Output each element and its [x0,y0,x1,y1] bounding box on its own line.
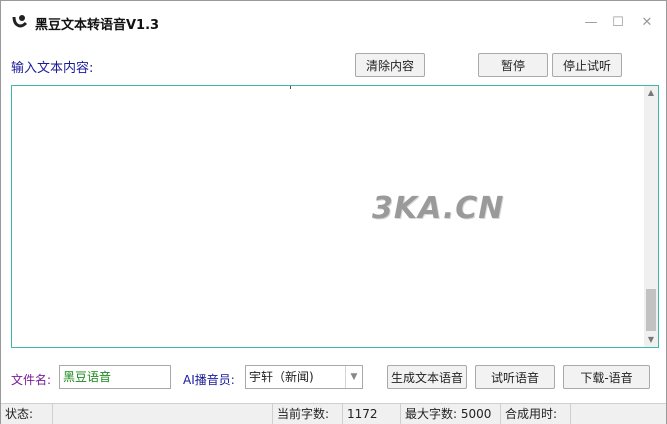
max-chars-info: 最大字数: 5000 [401,404,501,424]
status-value [53,404,273,424]
scroll-up-icon[interactable]: ▲ [644,86,658,100]
generate-speech-button[interactable]: 生成文本语音 [387,365,467,389]
status-bar: 状态: 当前字数: 1172 最大字数: 5000 合成用时: [1,403,666,424]
current-chars-label: 当前字数: [273,404,343,424]
max-chars-label: 最大字数: [405,407,458,421]
synth-time-label: 合成用时: [501,404,571,424]
filename-input[interactable]: 黑豆语音 [59,365,171,389]
preview-speech-button[interactable]: 试听语音 [475,365,555,389]
scrollbar-thumb[interactable] [646,289,656,331]
main-panel: 输入文本内容: 清除内容 暂停 停止试听 3KA.CN ▲ ▼ 文件名: 黑豆语… [1,45,666,403]
ai-voice-select[interactable]: 宇轩（新闻) ▼ [245,365,363,389]
input-text-label: 输入文本内容: [11,61,94,76]
current-chars-value: 1172 [343,404,401,424]
synth-time-value [571,404,666,424]
status-label: 状态: [1,404,53,424]
maximize-button[interactable]: ☐ [604,13,632,33]
close-button[interactable]: ✕ [633,13,661,33]
max-chars-value: 5000 [460,407,492,421]
title-bar: 黑豆文本转语音V1.3 — ☐ ✕ [1,1,666,45]
ai-voice-selected: 宇轩（新闻) [249,370,314,384]
app-window: 黑豆文本转语音V1.3 — ☐ ✕ 输入文本内容: 清除内容 暂停 停止试听 3… [0,0,667,424]
chevron-down-icon[interactable]: ▼ [345,366,362,388]
watermark-text: 3KA.CN [372,191,505,226]
vertical-scrollbar[interactable]: ▲ ▼ [644,86,658,347]
filename-label: 文件名: [11,373,52,387]
pause-button[interactable]: 暂停 [478,53,548,77]
minimize-button[interactable]: — [577,13,605,33]
download-speech-button[interactable]: 下载-语音 [563,365,650,389]
window-title: 黑豆文本转语音V1.3 [35,18,160,33]
text-cursor [290,86,291,89]
app-logo-icon [12,15,28,28]
ai-voice-label: AI播音员: [183,373,235,387]
text-input-area[interactable]: 3KA.CN ▲ ▼ [11,85,659,348]
clear-content-button[interactable]: 清除内容 [355,53,425,77]
stop-preview-button[interactable]: 停止试听 [552,53,622,77]
scroll-down-icon[interactable]: ▼ [644,333,658,347]
